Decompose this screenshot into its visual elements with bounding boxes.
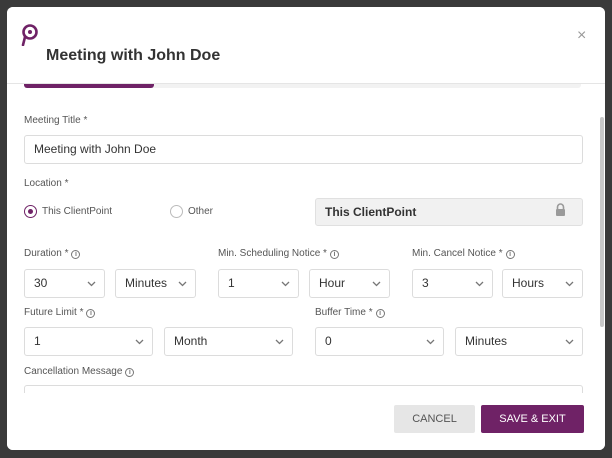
chevron-down-icon	[426, 339, 435, 345]
meeting-title-value: Meeting with John Doe	[34, 142, 157, 156]
chevron-down-icon	[372, 281, 381, 287]
cancel-button[interactable]: CANCEL	[394, 405, 475, 433]
duration-label: Duration * i	[24, 248, 81, 259]
scheduling-amount-value: 1	[228, 276, 235, 290]
lock-icon	[556, 203, 565, 216]
close-icon[interactable]: ×	[577, 28, 586, 44]
future-limit-unit-value: Month	[174, 334, 208, 348]
clientpoint-logo-icon	[21, 24, 38, 46]
chevron-down-icon	[87, 281, 96, 287]
duration-unit-select[interactable]: Minutes	[115, 269, 196, 298]
cancellation-message-textarea[interactable]	[24, 385, 583, 393]
buffer-time-unit-select[interactable]: Minutes	[455, 327, 583, 356]
modal-footer: CANCEL SAVE & EXIT	[7, 393, 605, 450]
chevron-down-icon	[281, 281, 290, 287]
duration-info-icon[interactable]: i	[71, 250, 81, 259]
scheduling-info-icon[interactable]: i	[329, 250, 339, 259]
location-value: This ClientPoint	[325, 205, 417, 219]
scheduling-amount-select[interactable]: 1	[218, 269, 299, 298]
chevron-down-icon	[565, 339, 574, 345]
buffer-time-label: Buffer Time * i	[315, 307, 385, 318]
cancel-unit-select[interactable]: Hours	[502, 269, 583, 298]
cancel-amount-select[interactable]: 3	[412, 269, 493, 298]
duration-amount-select[interactable]: 30	[24, 269, 105, 298]
location-value-field: This ClientPoint	[315, 198, 583, 226]
chevron-down-icon	[275, 339, 284, 345]
meeting-title-input[interactable]: Meeting with John Doe	[24, 135, 583, 164]
future-limit-amount-select[interactable]: 1	[24, 327, 153, 356]
buffer-time-amount-value: 0	[325, 334, 332, 348]
scheduling-unit-select[interactable]: Hour	[309, 269, 390, 298]
scrollbar-thumb[interactable]	[600, 117, 604, 327]
modal-title: Meeting with John Doe	[46, 47, 221, 64]
scheduling-unit-value: Hour	[319, 276, 346, 290]
duration-amount-value: 30	[34, 276, 48, 290]
cancellation-info-icon[interactable]: i	[125, 368, 135, 377]
buffer-time-unit-value: Minutes	[465, 334, 508, 348]
cancel-unit-value: Hours	[512, 276, 545, 290]
cancel-amount-value: 3	[422, 276, 429, 290]
location-radio-other[interactable]	[170, 205, 183, 218]
min-scheduling-notice-label: Min. Scheduling Notice * i	[218, 248, 339, 259]
future-limit-amount-value: 1	[34, 334, 41, 348]
future-limit-unit-select[interactable]: Month	[164, 327, 293, 356]
modal-header: Meeting with John Doe ×	[7, 7, 605, 83]
modal-body: Meeting Title * Meeting with John Doe Lo…	[7, 84, 605, 393]
min-cancel-notice-label: Min. Cancel Notice * i	[412, 248, 515, 259]
future-limit-info-icon[interactable]: i	[86, 309, 96, 318]
chevron-down-icon	[135, 339, 144, 345]
location-option-this-clientpoint-label: This ClientPoint	[42, 206, 113, 217]
buffer-time-amount-select[interactable]: 0	[315, 327, 444, 356]
buffer-time-info-icon[interactable]: i	[375, 309, 385, 318]
chevron-down-icon	[475, 281, 484, 287]
cancellation-message-label: Cancellation Message i	[24, 366, 135, 377]
duration-unit-value: Minutes	[125, 276, 168, 290]
chevron-down-icon	[565, 281, 574, 287]
chevron-down-icon	[178, 281, 187, 287]
future-limit-label: Future Limit * i	[24, 307, 96, 318]
meeting-modal: Meeting with John Doe × Meeting Title * …	[7, 7, 605, 450]
location-radio-this-clientpoint[interactable]	[24, 205, 37, 218]
location-option-other-label: Other	[188, 206, 214, 217]
location-label: Location *	[24, 178, 69, 189]
cancel-notice-info-icon[interactable]: i	[505, 250, 515, 259]
save-exit-button[interactable]: SAVE & EXIT	[481, 405, 584, 433]
meeting-title-label: Meeting Title *	[24, 115, 88, 126]
